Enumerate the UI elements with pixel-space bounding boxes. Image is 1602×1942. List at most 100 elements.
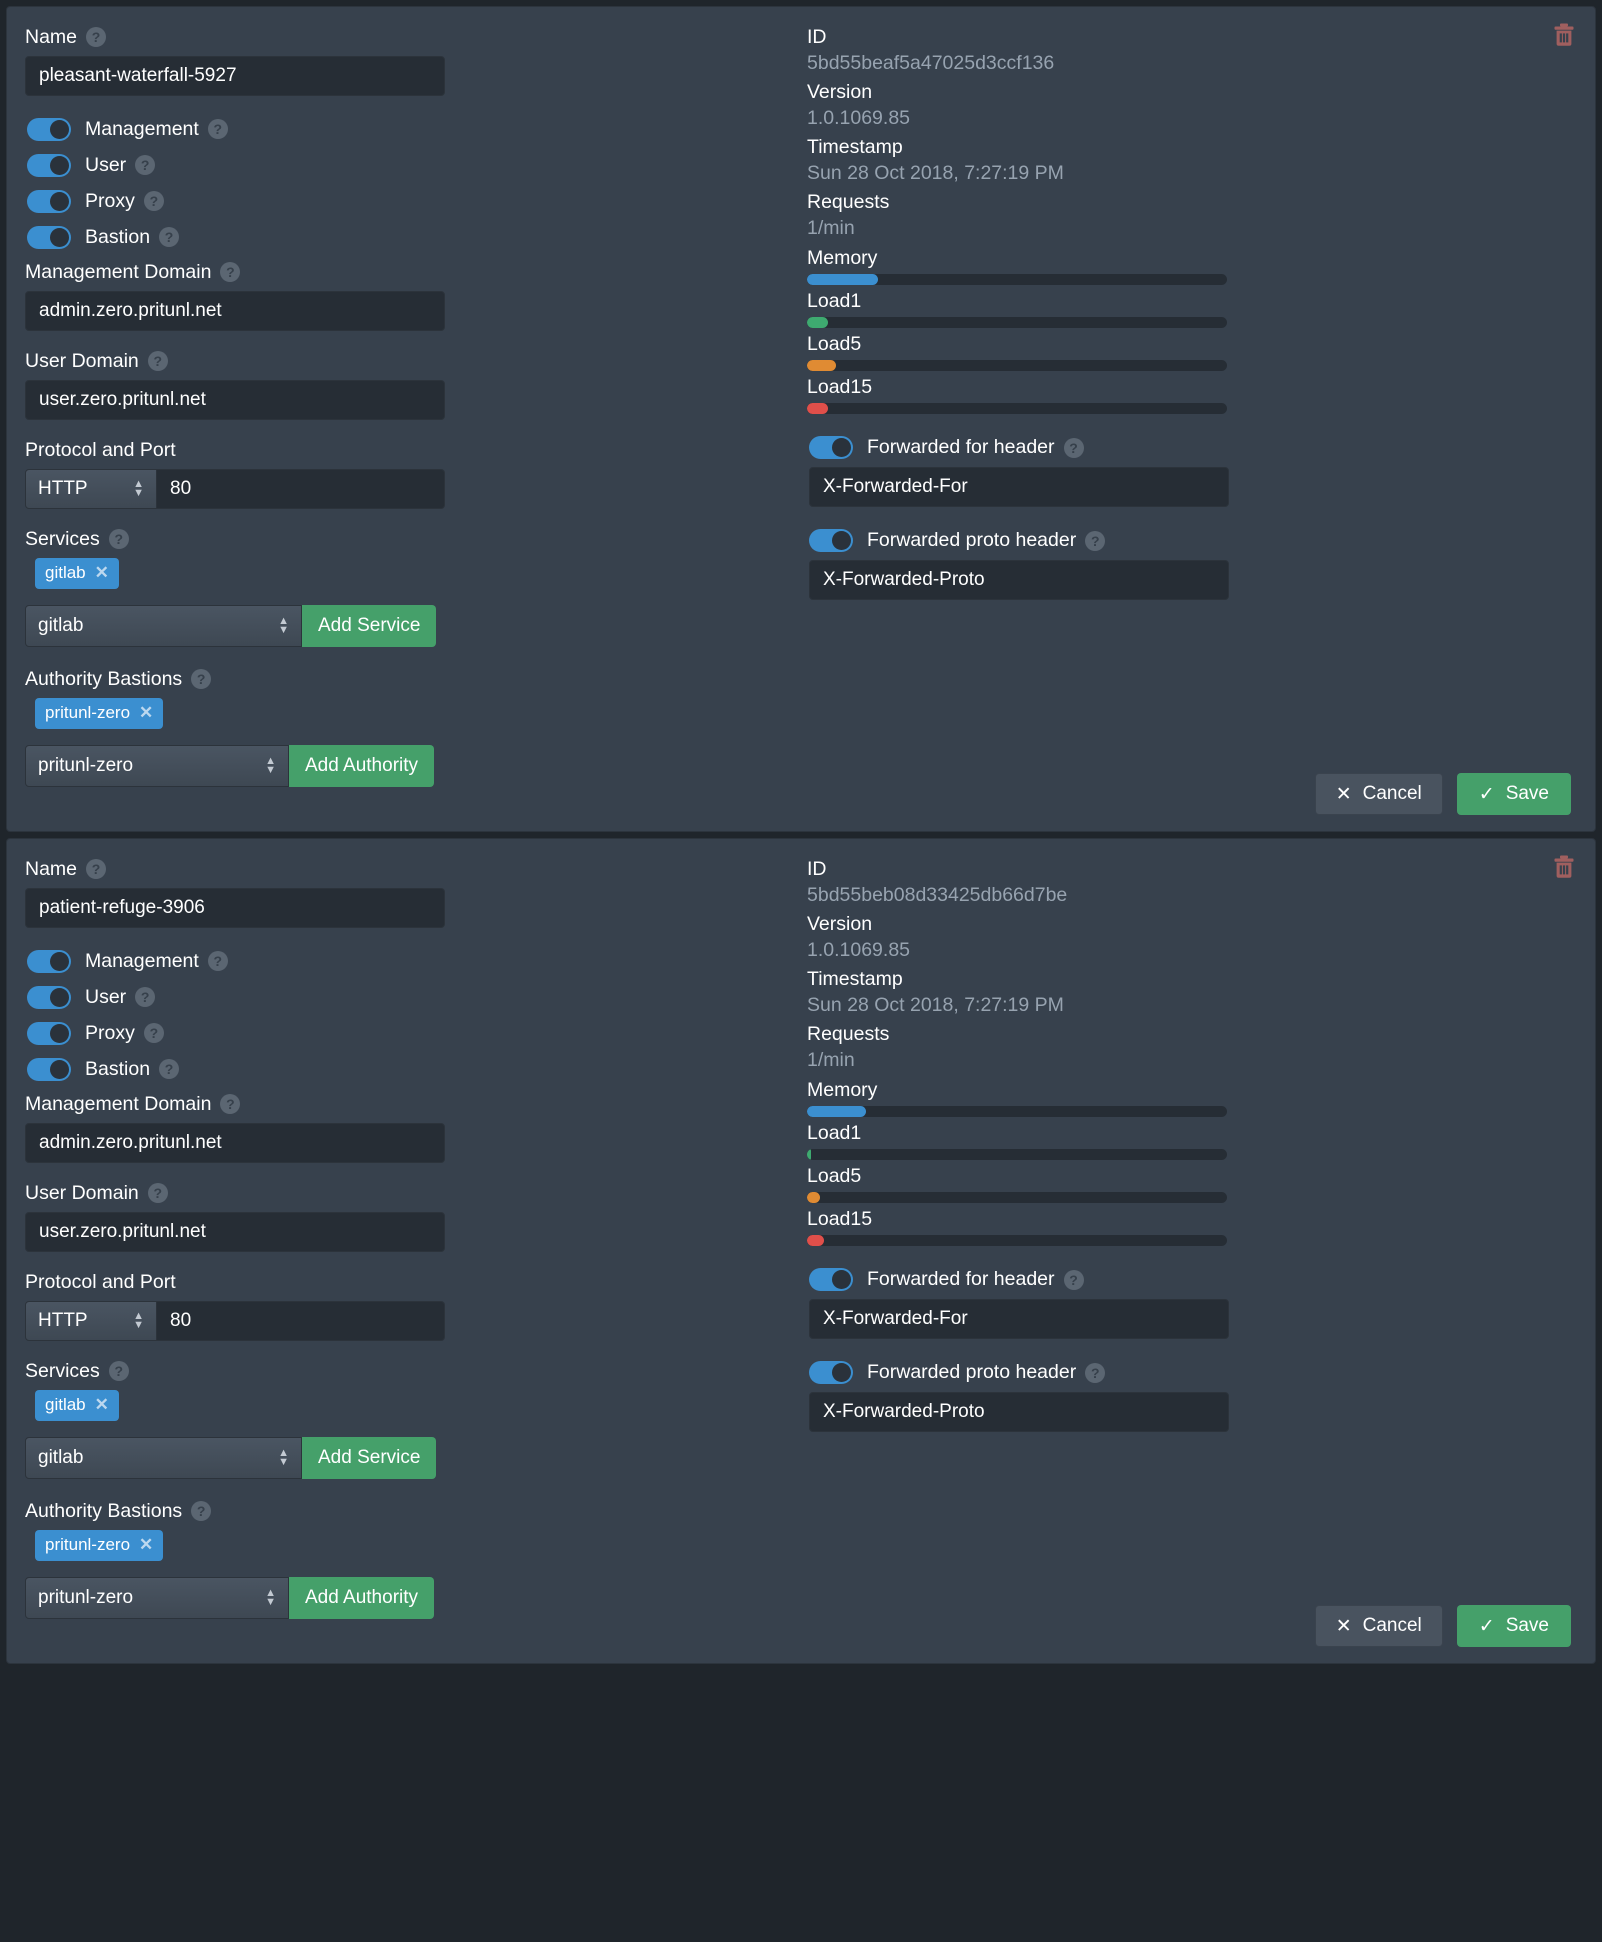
- toggle-row-management[interactable]: Management ?: [25, 946, 775, 976]
- load15-meter-fill: [807, 403, 828, 414]
- forwarded-proto-toggle[interactable]: [809, 1361, 853, 1384]
- user-domain-input[interactable]: [25, 1212, 445, 1252]
- help-icon[interactable]: ?: [159, 1059, 180, 1079]
- requests-label: Requests: [807, 191, 890, 213]
- protocol-select[interactable]: HTTP ▲ ▼: [25, 1301, 157, 1341]
- forwarded-proto-input[interactable]: [809, 560, 1229, 600]
- forwarded-for-toggle[interactable]: [809, 436, 853, 459]
- name-input[interactable]: [25, 888, 445, 928]
- management-toggle[interactable]: [27, 949, 71, 973]
- toggle-row-bastion[interactable]: Bastion ?: [25, 1054, 775, 1084]
- add-service-button[interactable]: Add Service: [302, 605, 437, 647]
- cancel-button[interactable]: ✕ Cancel: [1314, 773, 1443, 815]
- help-icon[interactable]: ?: [1085, 1362, 1106, 1383]
- management-domain-input[interactable]: [25, 1123, 445, 1163]
- delete-button[interactable]: [1553, 23, 1575, 47]
- forwarded-proto-toggle[interactable]: [809, 529, 853, 552]
- protocol-port-label: Protocol and Port: [25, 438, 775, 462]
- service-select[interactable]: gitlab ▲ ▼: [25, 605, 302, 647]
- forwarded-for-input[interactable]: [809, 1299, 1229, 1339]
- user-toggle[interactable]: [27, 153, 71, 177]
- help-icon[interactable]: ?: [143, 191, 164, 211]
- toggle-knob: [50, 1059, 69, 1079]
- help-icon[interactable]: ?: [1085, 530, 1106, 551]
- close-icon[interactable]: ✕: [139, 703, 153, 723]
- bastion-toggle[interactable]: [27, 1057, 71, 1081]
- service-select[interactable]: gitlab ▲ ▼: [25, 1437, 302, 1479]
- toggle-row-proxy[interactable]: Proxy ?: [25, 186, 775, 216]
- close-icon[interactable]: ✕: [95, 1395, 109, 1415]
- user-toggle[interactable]: [27, 985, 71, 1009]
- help-icon[interactable]: ?: [220, 1094, 241, 1114]
- toggle-knob: [832, 1363, 851, 1382]
- name-input[interactable]: [25, 56, 445, 96]
- toggle-knob: [832, 531, 851, 550]
- add-service-row: gitlab ▲ ▼ Add Service: [25, 1437, 775, 1479]
- toggle-row-user[interactable]: User ?: [25, 150, 775, 180]
- port-input[interactable]: [157, 469, 445, 509]
- authority-select[interactable]: pritunl-zero ▲ ▼: [25, 1577, 289, 1619]
- delete-button[interactable]: [1553, 855, 1575, 879]
- help-icon[interactable]: ?: [135, 987, 156, 1007]
- help-icon[interactable]: ?: [143, 1023, 164, 1043]
- save-button-label: Save: [1505, 783, 1549, 804]
- help-icon[interactable]: ?: [86, 859, 107, 879]
- add-service-button[interactable]: Add Service: [302, 1437, 437, 1479]
- help-icon[interactable]: ?: [191, 1501, 212, 1521]
- help-icon[interactable]: ?: [207, 119, 228, 139]
- toggle-knob: [832, 438, 851, 457]
- help-icon[interactable]: ?: [108, 529, 129, 549]
- forwarded-proto-input[interactable]: [809, 1392, 1229, 1432]
- add-authority-button[interactable]: Add Authority: [289, 1577, 435, 1619]
- service-chip[interactable]: gitlab ✕: [35, 558, 119, 589]
- help-icon[interactable]: ?: [147, 1183, 168, 1203]
- forwarded-for-toggle-row[interactable]: Forwarded for header ?: [807, 436, 1565, 459]
- toggle-row-user[interactable]: User ?: [25, 982, 775, 1012]
- authority-bastions-label: Authority Bastions ?: [25, 1499, 775, 1523]
- add-authority-row: pritunl-zero ▲ ▼ Add Authority: [25, 1577, 775, 1619]
- protocol-select[interactable]: HTTP ▲ ▼: [25, 469, 157, 509]
- add-authority-button[interactable]: Add Authority: [289, 745, 435, 787]
- help-icon[interactable]: ?: [1063, 437, 1084, 458]
- management-domain-input[interactable]: [25, 291, 445, 331]
- help-icon[interactable]: ?: [108, 1361, 129, 1381]
- forwarded-proto-toggle-row[interactable]: Forwarded proto header ?: [807, 529, 1565, 552]
- help-icon[interactable]: ?: [191, 669, 212, 689]
- forwarded-for-toggle[interactable]: [809, 1268, 853, 1291]
- service-chip[interactable]: gitlab ✕: [35, 1390, 119, 1421]
- help-icon[interactable]: ?: [147, 351, 168, 371]
- toggle-row-management[interactable]: Management ?: [25, 114, 775, 144]
- help-icon[interactable]: ?: [86, 27, 107, 47]
- bastion-toggle[interactable]: [27, 225, 71, 249]
- help-icon[interactable]: ?: [1063, 1269, 1084, 1290]
- save-button[interactable]: ✓ Save: [1456, 773, 1571, 815]
- user-domain-input[interactable]: [25, 380, 445, 420]
- forwarded-for-input[interactable]: [809, 467, 1229, 507]
- management-toggle[interactable]: [27, 117, 71, 141]
- help-icon[interactable]: ?: [135, 155, 156, 175]
- help-icon[interactable]: ?: [159, 227, 180, 247]
- toggle-row-bastion[interactable]: Bastion ?: [25, 222, 775, 252]
- node-settings-column: Name ? Management ? User ? Proxy ?: [7, 25, 797, 817]
- proxy-toggle[interactable]: [27, 1021, 71, 1045]
- forwarded-proto-toggle-row[interactable]: Forwarded proto header ?: [807, 1361, 1565, 1384]
- close-icon[interactable]: ✕: [95, 563, 109, 583]
- authority-chip[interactable]: pritunl-zero ✕: [35, 698, 164, 729]
- forwarded-for-toggle-row[interactable]: Forwarded for header ?: [807, 1268, 1565, 1291]
- help-icon[interactable]: ?: [220, 262, 241, 282]
- port-input[interactable]: [157, 1301, 445, 1341]
- id-value: 5bd55beaf5a47025d3ccf136: [807, 52, 1055, 74]
- help-icon[interactable]: ?: [207, 951, 228, 971]
- save-button[interactable]: ✓ Save: [1456, 1605, 1571, 1647]
- user-label-text: User: [85, 153, 127, 176]
- forwarded-proto-label-text: Forwarded proto header: [867, 1361, 1077, 1383]
- toggle-row-proxy[interactable]: Proxy ?: [25, 1018, 775, 1048]
- close-icon: ✕: [1335, 1615, 1352, 1637]
- management-domain-label-text: Management Domain: [25, 261, 212, 283]
- cancel-button[interactable]: ✕ Cancel: [1314, 1605, 1443, 1647]
- authority-chip[interactable]: pritunl-zero ✕: [35, 1530, 164, 1561]
- proxy-toggle[interactable]: [27, 189, 71, 213]
- authority-select[interactable]: pritunl-zero ▲ ▼: [25, 745, 289, 787]
- close-icon[interactable]: ✕: [139, 1535, 153, 1555]
